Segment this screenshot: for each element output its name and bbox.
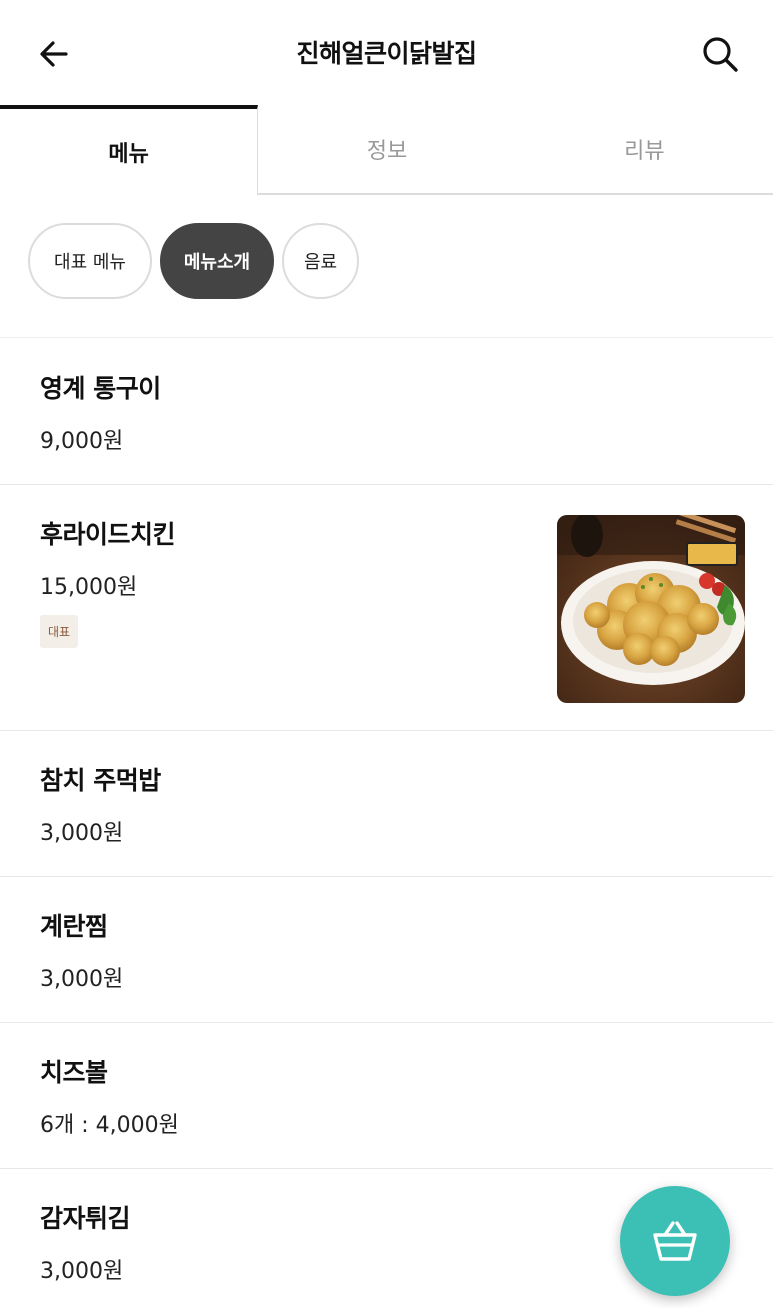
menu-item[interactable]: 치즈볼 6개 : 4,000원 — [0, 1023, 773, 1169]
menu-item-name: 후라이드치킨 — [40, 520, 176, 549]
chip-drinks[interactable]: 음료 — [282, 223, 359, 299]
search-icon — [703, 37, 738, 72]
search-button[interactable] — [696, 30, 744, 78]
chip-signature-menu[interactable]: 대표 메뉴 — [28, 223, 152, 299]
tab-info[interactable]: 정보 — [258, 105, 515, 193]
menu-item[interactable]: 참치 주먹밥 3,000원 — [0, 731, 773, 877]
menu-item-price: 15,000원 — [40, 575, 138, 600]
page-title: 진해얼큰이닭발집 — [296, 39, 477, 68]
menu-item[interactable]: 영계 통구이 9,000원 — [0, 339, 773, 485]
menu-item-name: 계란찜 — [40, 912, 108, 941]
menu-item-name: 치즈볼 — [40, 1058, 108, 1087]
basket-icon — [653, 1221, 697, 1261]
category-chips: 대표 메뉴 메뉴소개 음료 — [0, 195, 773, 338]
cart-button[interactable] — [620, 1186, 730, 1296]
tab-bar: 메뉴 정보 리뷰 — [0, 105, 773, 195]
app-header: 진해얼큰이닭발집 — [0, 0, 773, 105]
menu-item-price: 3,000원 — [40, 1259, 124, 1284]
menu-list: 영계 통구이 9,000원 후라이드치킨 15,000원 대표 참치 주먹밥 3… — [0, 339, 773, 1308]
menu-item-name: 영계 통구이 — [40, 374, 161, 403]
menu-item-price: 3,000원 — [40, 967, 124, 992]
chip-menu-intro[interactable]: 메뉴소개 — [160, 223, 274, 299]
menu-item-name: 감자튀김 — [40, 1204, 131, 1233]
signature-badge: 대표 — [40, 615, 79, 648]
menu-item-price: 9,000원 — [40, 429, 124, 454]
menu-item-price: 3,000원 — [40, 821, 124, 846]
menu-item-name: 참치 주먹밥 — [40, 766, 161, 795]
menu-item[interactable]: 후라이드치킨 15,000원 대표 — [0, 485, 773, 731]
tab-menu[interactable]: 메뉴 — [0, 105, 259, 195]
fried-chicken-photo — [557, 515, 745, 703]
tab-reviews[interactable]: 리뷰 — [516, 105, 773, 193]
menu-item-price: 6개 : 4,000원 — [40, 1113, 179, 1138]
menu-item[interactable]: 계란찜 3,000원 — [0, 877, 773, 1023]
